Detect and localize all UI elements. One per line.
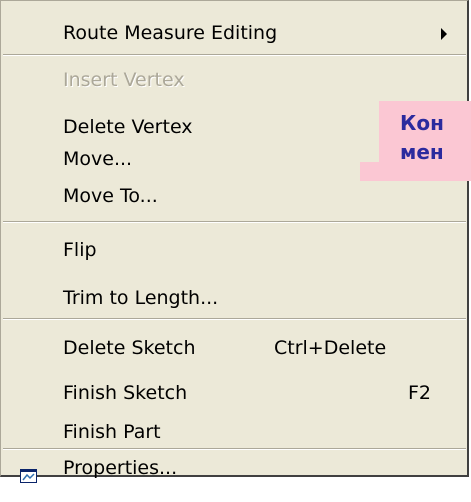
menu-item-shortcut: F2 [408, 382, 432, 404]
menu-item-label: Route Measure Editing [63, 22, 278, 44]
menu-item-move-to[interactable]: Move To... [1, 179, 468, 213]
menu-item-insert-vertex: Insert Vertex [1, 63, 468, 97]
menu-item-label: Delete Vertex [63, 116, 193, 138]
menu-item-label: Finish Part [63, 421, 161, 443]
menu-item-label: Move To... [63, 185, 158, 207]
menu-separator [3, 448, 466, 450]
callout-text: Кон мен [400, 111, 444, 164]
menu-item-properties[interactable]: Properties... [1, 451, 468, 485]
menu-item-shortcut: Ctrl+Delete [274, 337, 387, 359]
menu-item-label: Trim to Length... [63, 287, 219, 309]
menu-item-trim-to-length[interactable]: Trim to Length... [1, 281, 468, 315]
menu-item-flip[interactable]: Flip [1, 233, 468, 267]
properties-icon [20, 460, 37, 483]
menu-item-label: Insert Vertex [63, 69, 185, 91]
menu-item-finish-sketch[interactable]: Finish Sketch F2 [1, 376, 468, 410]
menu-item-finish-part[interactable]: Finish Part [1, 415, 468, 449]
menu-item-label: Properties... [63, 457, 178, 479]
context-menu: Route Measure Editing Insert Vertex Dele… [0, 0, 469, 483]
menu-item-delete-sketch[interactable]: Delete Sketch Ctrl+Delete [1, 331, 468, 365]
menu-separator [3, 318, 466, 320]
menu-item-label: Flip [63, 239, 97, 261]
callout-tail [360, 162, 379, 181]
menu-item-label: Move... [63, 148, 133, 170]
submenu-arrow-icon [441, 28, 447, 40]
menu-separator [3, 221, 466, 223]
menu-item-label: Delete Sketch [63, 337, 196, 359]
callout-box: Кон мен [379, 101, 471, 181]
menu-item-route-measure-editing[interactable]: Route Measure Editing [1, 16, 468, 50]
menu-item-label: Finish Sketch [63, 382, 188, 404]
menu-separator [3, 54, 466, 56]
